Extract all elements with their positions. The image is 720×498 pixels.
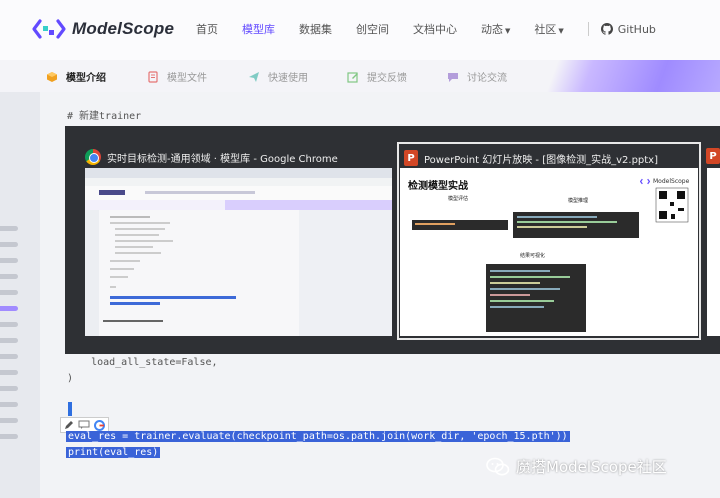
selected-code-print[interactable]: print(eval_res) [66,447,161,458]
toc-item[interactable] [0,242,18,247]
toc-item[interactable] [0,354,18,359]
tab-discussion[interactable]: 讨论交流 [447,69,507,84]
nav-docs[interactable]: 文档中心 [413,21,457,37]
nav-news-label: 动态 [481,23,503,36]
main-nav: 首页 模型库 数据集 创空间 文档中心 动态 ▼ 社区 ▼ GitHub [196,21,656,37]
watermark: 魔搭ModelScope社区 [486,456,667,477]
comment-icon [78,420,90,429]
chrome-window-title-text: 实时目标检测-通用领域 · 模型库 - Google Chrome [107,153,338,165]
tab-feedback-label: 提交反馈 [367,73,407,84]
watermark-text: 魔搭ModelScope社区 [516,458,667,476]
toc-item[interactable] [0,226,18,231]
github-label: GitHub [617,22,656,36]
chrome-thumbnail-preview [85,168,392,336]
chrome-window-thumbnail[interactable] [85,168,392,336]
chat-icon [448,72,458,82]
modelscope-logo-icon [32,18,66,40]
toc-item[interactable] [0,258,18,263]
ppt-window-title-text: PowerPoint 幻灯片放映 - [图像检测_实战_v2.pptx] [424,154,659,166]
cube-icon [47,71,57,82]
powerpoint-icon: P [404,150,418,166]
subbar-decoration [520,60,720,92]
ppt-window-thumbnail[interactable]: 检测模型实战 ModelScope 模型评估 模型推理 结果可视化 [400,168,698,336]
slide-label-visual: 结果可视化 [520,253,546,259]
selected-code-eval[interactable]: eval_res = trainer.evaluate(checkpoint_p… [66,431,570,442]
wechat-icon [486,457,510,475]
nav-studios[interactable]: 创空间 [356,21,389,37]
tab-model-files-label: 模型文件 [167,73,207,84]
chevron-down-icon: ▼ [558,27,564,35]
toc-item[interactable] [0,338,18,343]
chevron-down-icon: ▼ [505,27,511,35]
nav-community-label: 社区 [534,23,557,36]
github-icon [600,23,613,35]
toc-item[interactable] [0,322,18,327]
tab-model-intro[interactable]: 模型介绍 [46,69,106,84]
nav-home[interactable]: 首页 [196,21,218,37]
file-icon [148,70,158,83]
toc-item[interactable] [0,402,18,407]
slide-content-preview [412,187,689,332]
top-nav: ModelScope 首页 模型库 数据集 创空间 文档中心 动态 ▼ 社区 ▼ G… [0,0,720,60]
tab-discussion-label: 讨论交流 [467,73,507,84]
tab-quick-start-label: 快速使用 [268,73,308,84]
google-icon [94,419,105,431]
toc-item[interactable] [0,290,18,295]
selection-caret [68,402,72,416]
logo-text: ModelScope [72,19,175,38]
code-line-load-state: load_all_state=False, [67,357,218,368]
toc-item[interactable] [0,386,18,391]
nav-models[interactable]: 模型库 [242,21,275,37]
code-line-close: ) [67,373,74,384]
nav-datasets[interactable]: 数据集 [299,21,332,37]
toc-item-active[interactable] [0,306,18,311]
tab-quick-start[interactable]: 快速使用 [248,69,308,84]
edit-icon [347,71,358,83]
extra-window-thumbnail[interactable] [707,168,720,336]
tab-model-files[interactable]: 模型文件 [147,69,207,84]
tab-feedback[interactable]: 提交反馈 [347,69,407,84]
toc-item[interactable] [0,434,18,439]
pen-icon [65,421,73,429]
tab-model-intro-label: 模型介绍 [66,73,106,84]
toc-item[interactable] [0,274,18,279]
chrome-icon [85,149,101,165]
nav-news[interactable]: 动态 ▼ [481,21,510,37]
toc-item[interactable] [0,370,18,375]
code-comment: # 新建trainer [67,111,142,122]
toc-rail [0,92,40,498]
nav-community[interactable]: 社区 ▼ [534,21,563,37]
chrome-window-title[interactable]: 实时目标检测-通用领域 · 模型库 - Google Chrome [85,143,338,171]
toc-item[interactable] [0,418,18,423]
nav-divider [587,22,589,36]
send-icon [249,71,259,82]
powerpoint-icon: P [706,148,720,164]
nav-github[interactable]: GitHub [600,22,656,36]
logo[interactable]: ModelScope [32,18,174,40]
